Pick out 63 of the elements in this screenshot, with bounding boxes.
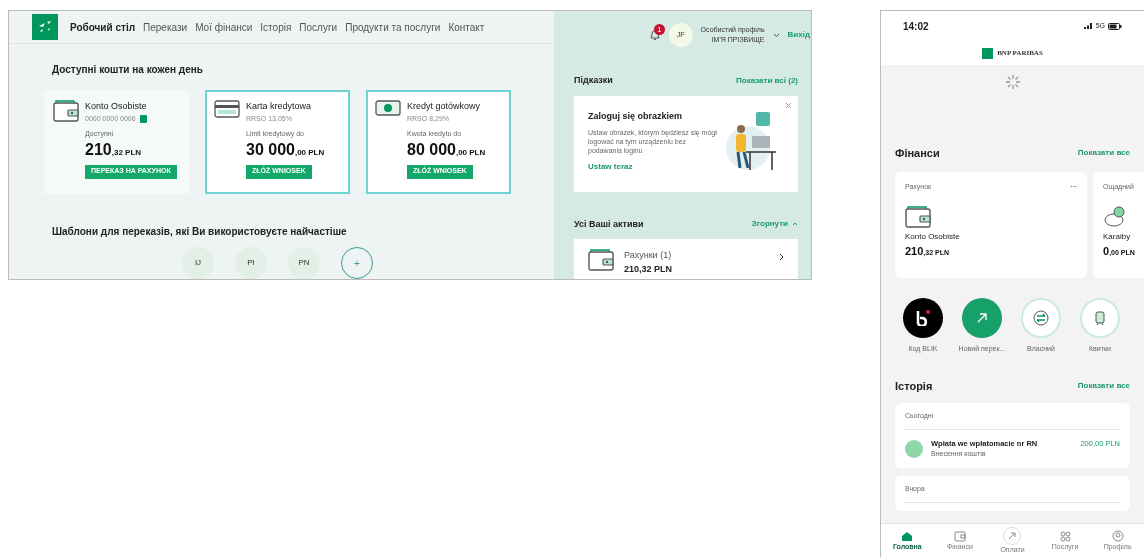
amount: 210,32 PLN [85,139,143,160]
tickets-button[interactable] [1080,297,1120,338]
grid-icon [1059,530,1071,542]
notification-badge: 1 [653,24,665,35]
loading-spinner-icon [1005,75,1020,89]
wallet-icon [588,249,614,271]
credit-card-icon [214,100,240,118]
nav-link[interactable]: Історія [260,19,292,35]
copy-icon[interactable] [139,114,147,123]
home-icon [901,530,914,542]
arrow-up-right-icon [976,311,988,324]
chevron-right-icon [779,253,784,261]
close-icon[interactable] [785,101,792,109]
amount: 80 000,00 PLN [407,139,486,160]
wallet-icon [953,530,966,542]
template-avatar[interactable]: PN [288,247,320,279]
blik-button[interactable] [903,297,943,338]
piggy-bank-icon [1103,206,1127,228]
nav-link[interactable]: Перекази [143,19,188,35]
bell-icon[interactable] [648,29,661,41]
amount: 30 000,00 PLN [246,139,325,160]
new-transfer-button[interactable] [962,297,1002,338]
nav-link[interactable]: Контакт [448,19,485,35]
nav-link[interactable]: Робочий стіл [70,19,136,35]
chevron-down-icon[interactable] [772,32,780,38]
account-name: Karaiby [1103,231,1132,243]
nav-link[interactable]: Послуги [299,19,338,35]
bank-logo-icon [982,47,994,59]
nav-link[interactable]: Мої фінанси [195,19,253,35]
template-avatar[interactable]: PI [235,247,267,279]
wallet-icon [905,206,931,228]
assets-row[interactable]: Рахунки (1) 210,32 PLN [574,239,798,279]
section-title: Підказки [574,74,613,87]
arrow-up-right-icon [1007,531,1018,541]
exchange-arrows-icon [1033,309,1049,326]
status-time: 14:02 [903,19,929,34]
profile-icon [1111,530,1124,542]
signal-icon [1083,23,1093,29]
section-title: Доступні кошти на кожен день [52,63,204,77]
letter-b-logo-icon [916,309,930,326]
banknote-icon [375,100,401,116]
tram-icon [1095,309,1105,326]
assets-name: Рахунки (1) [624,249,673,262]
tip-link[interactable]: Ustaw teraz [588,161,718,173]
own-transfer-button[interactable] [1021,297,1061,338]
product-name: Karta kredytowa [246,100,313,113]
section-title: Шаблони для переказів, які Ви використовуєте найчастіше [52,225,348,239]
section-title: Фінанси [895,146,940,161]
product-name: Konto Osobiste [85,100,148,113]
battery-icon [1108,22,1122,30]
wallet-icon [53,100,79,122]
chevron-up-icon [792,222,798,227]
section-title: Усі Ваші активи [574,217,644,231]
product-name: Kredyt gotówkowy [407,100,482,113]
nav-link[interactable]: Продукти та послуги [345,19,441,35]
deposit-icon [905,439,923,458]
bank-logo[interactable] [32,14,58,40]
template-avatar[interactable]: IJ [182,247,214,279]
account-name: Konto Osobiste [905,231,961,243]
tip-title: Zaloguj się obrazkiem [588,109,684,123]
section-title: Історія [895,379,933,394]
stars-logo-icon [37,20,53,34]
assets-amount: 210,32 PLN [624,262,674,276]
